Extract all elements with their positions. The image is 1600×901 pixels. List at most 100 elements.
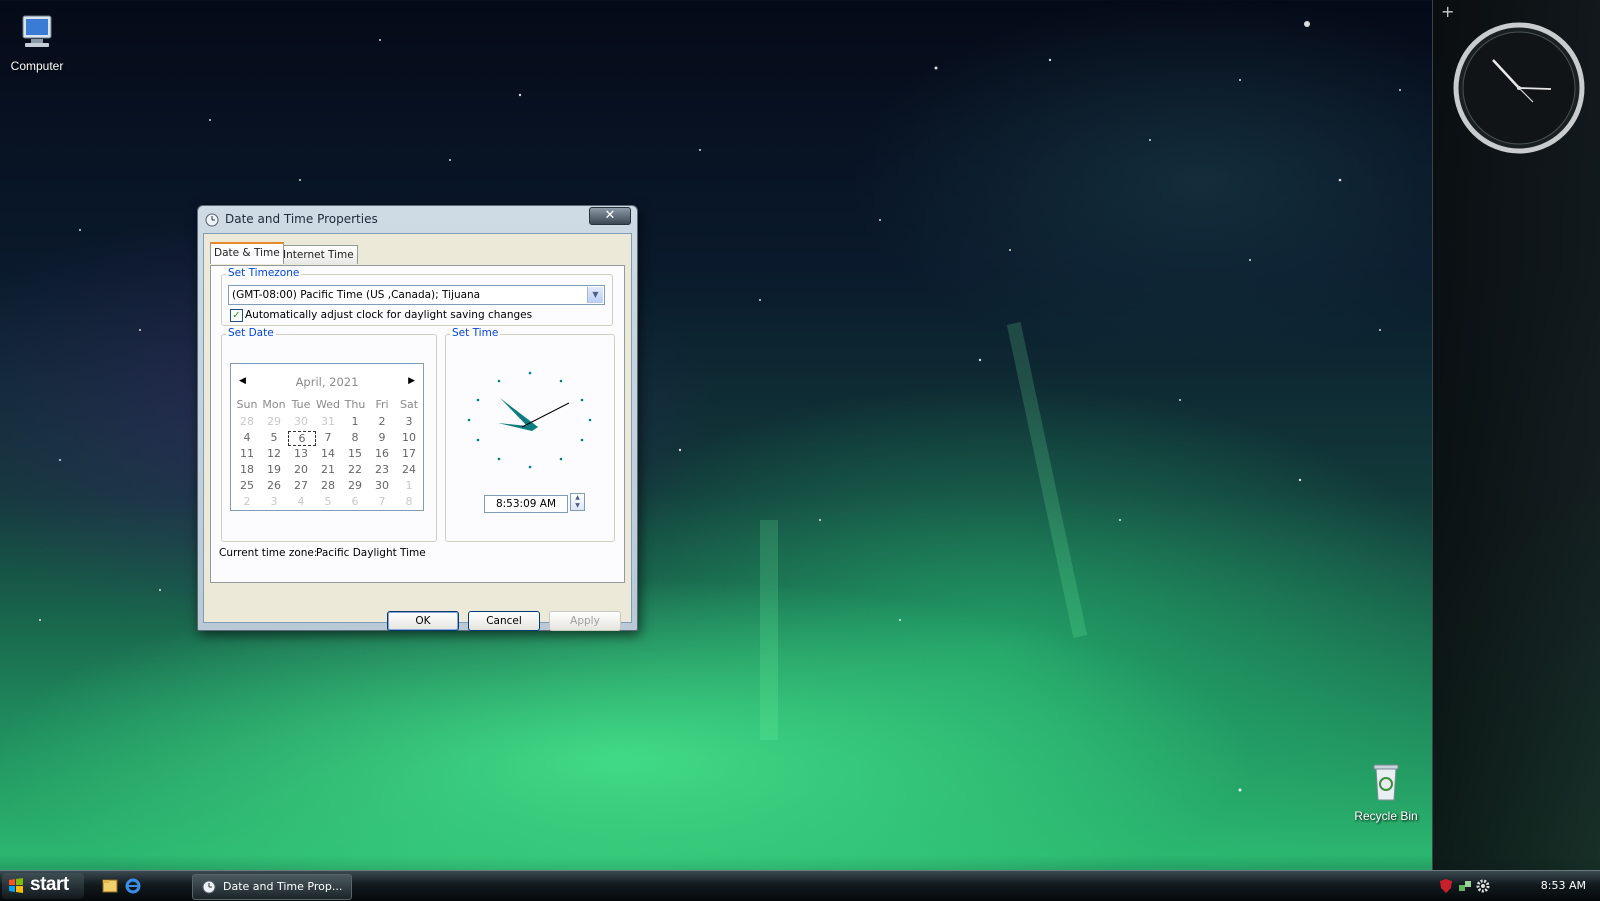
title-bar[interactable]: Date and Time Properties ✕ <box>198 206 637 232</box>
cancel-button[interactable]: Cancel <box>468 611 540 631</box>
weekday-header: Fri <box>375 398 389 411</box>
tab-label: Date & Time <box>214 247 280 259</box>
weekday-header: Sun <box>236 398 258 411</box>
date-time-dialog: Date and Time Properties ✕ Date & Time I… <box>197 205 638 631</box>
calendar-day[interactable]: 12 <box>261 447 287 460</box>
calendar-day[interactable]: 28 <box>234 415 260 428</box>
group-label: Set Date <box>226 327 276 339</box>
windows-logo-icon <box>9 878 23 893</box>
calendar-day-selected[interactable]: 6 <box>288 431 316 446</box>
calendar-day[interactable]: 7 <box>369 495 395 508</box>
date-time-icon <box>205 213 219 227</box>
calendar-day[interactable]: 18 <box>234 463 260 476</box>
tab-date-time[interactable]: Date & Time <box>210 242 284 264</box>
calendar-day[interactable]: 25 <box>234 479 260 492</box>
calendar-day[interactable]: 5 <box>315 495 341 508</box>
explorer-icon[interactable] <box>101 877 119 895</box>
close-button[interactable]: ✕ <box>589 207 631 225</box>
desktop-icon-label: Recycle Bin <box>1354 809 1418 823</box>
calendar-day[interactable]: 24 <box>396 463 422 476</box>
calendar-day[interactable]: 11 <box>234 447 260 460</box>
computer-icon <box>22 15 52 47</box>
weekday-header: Thu <box>344 398 366 411</box>
calendar-day[interactable]: 21 <box>315 463 341 476</box>
current-timezone-value: Pacific Daylight Time <box>316 547 426 559</box>
time-spinner[interactable]: ▲ ▼ <box>570 493 585 511</box>
calendar-day[interactable]: 17 <box>396 447 422 460</box>
calendar-day[interactable]: 2 <box>234 495 260 508</box>
calendar-day[interactable]: 20 <box>288 463 314 476</box>
taskbar-clock[interactable]: 8:53 AM <box>1541 879 1586 892</box>
set-date-group: Set Date ◀ April, 2021 ▶ Sun Mon Tue Wed Thu… <box>221 327 437 542</box>
calendar-day[interactable]: 30 <box>369 479 395 492</box>
group-label: Set Timezone <box>226 267 302 279</box>
network-icon[interactable] <box>1458 879 1472 893</box>
calendar-day[interactable]: 16 <box>369 447 395 460</box>
weekday-header: Mon <box>262 398 286 411</box>
calendar-day[interactable]: 9 <box>369 431 395 444</box>
ok-button[interactable]: OK <box>387 611 459 631</box>
timezone-group: Set Timezone (GMT-08:00) Pacific Time (U… <box>221 267 613 326</box>
spinner-up-icon[interactable]: ▲ <box>571 494 584 502</box>
calendar-day[interactable]: 1 <box>396 479 422 492</box>
calendar-day[interactable]: 19 <box>261 463 287 476</box>
calendar-day[interactable]: 7 <box>315 431 341 444</box>
time-input[interactable]: 8:53:09 AM <box>484 495 568 513</box>
calendar-day[interactable]: 5 <box>261 431 287 444</box>
calendar-day[interactable]: 23 <box>369 463 395 476</box>
internet-explorer-icon[interactable] <box>124 877 142 895</box>
add-gadget-button[interactable]: + <box>1441 2 1454 21</box>
calendar: ◀ April, 2021 ▶ Sun Mon Tue Wed Thu Fri Sat 28 2… <box>230 363 424 511</box>
weekday-header: Sat <box>399 398 419 411</box>
calendar-day[interactable]: 3 <box>261 495 287 508</box>
tab-label: Internet Time <box>283 249 354 261</box>
desktop-icon-label: Computer <box>10 59 64 73</box>
calendar-day[interactable]: 13 <box>288 447 314 460</box>
analog-clock <box>467 371 592 469</box>
calendar-day[interactable]: 28 <box>315 479 341 492</box>
next-month-icon[interactable]: ▶ <box>408 376 415 386</box>
date-time-icon <box>202 880 216 894</box>
desktop-icon-recycle-bin[interactable]: Recycle Bin <box>1346 762 1426 823</box>
calendar-day[interactable]: 22 <box>342 463 368 476</box>
calendar-day[interactable]: 27 <box>288 479 314 492</box>
calendar-day[interactable]: 26 <box>261 479 287 492</box>
tab-panel: Set Timezone (GMT-08:00) Pacific Time (U… <box>210 265 625 583</box>
settings-gear-icon[interactable] <box>1476 879 1490 893</box>
timezone-dropdown[interactable]: (GMT-08:00) Pacific Time (US ,Canada); T… <box>228 285 605 305</box>
calendar-day[interactable]: 15 <box>342 447 368 460</box>
clock-gadget[interactable] <box>1453 22 1585 154</box>
calendar-day[interactable]: 6 <box>342 495 368 508</box>
calendar-day[interactable]: 1 <box>342 415 368 428</box>
desktop-icon-computer[interactable]: Computer <box>0 12 77 73</box>
calendar-day[interactable]: 14 <box>315 447 341 460</box>
calendar-day[interactable]: 8 <box>342 431 368 444</box>
spinner-down-icon[interactable]: ▼ <box>571 502 584 510</box>
dialog-client-area: Date & Time Internet Time Set Timezone (… <box>203 233 632 631</box>
dst-checkbox-label[interactable]: Automatically adjust clock for daylight … <box>245 309 532 321</box>
tab-internet-time[interactable]: Internet Time <box>279 245 358 264</box>
taskbar-item-date-time[interactable]: Date and Time Prop... <box>192 874 352 900</box>
calendar-day[interactable]: 8 <box>396 495 422 508</box>
calendar-day[interactable]: 4 <box>288 495 314 508</box>
calendar-day[interactable]: 30 <box>288 415 314 428</box>
chevron-down-icon[interactable]: ▼ <box>587 287 603 303</box>
group-label: Set Time <box>450 327 501 339</box>
taskbar: start Date and Time Prop... 8:53 AM <box>0 870 1600 901</box>
apply-button[interactable]: Apply <box>549 611 621 631</box>
calendar-day[interactable]: 4 <box>234 431 260 444</box>
security-shield-icon[interactable] <box>1440 879 1452 893</box>
dst-checkbox[interactable]: ✓ <box>230 309 243 322</box>
set-time-group: Set Time 8:53:09 AM ▲ ▼ <box>445 327 615 542</box>
system-tray: 8:53 AM <box>1430 871 1600 901</box>
calendar-day[interactable]: 2 <box>369 415 395 428</box>
calendar-day[interactable]: 10 <box>396 431 422 444</box>
calendar-day[interactable]: 31 <box>315 415 341 428</box>
calendar-day[interactable]: 29 <box>261 415 287 428</box>
start-button[interactable]: start <box>2 873 84 899</box>
calendar-day[interactable]: 3 <box>396 415 422 428</box>
start-label: start <box>30 874 69 895</box>
sidebar: + <box>1432 0 1600 870</box>
calendar-day[interactable]: 29 <box>342 479 368 492</box>
dialog-title: Date and Time Properties <box>225 212 378 226</box>
